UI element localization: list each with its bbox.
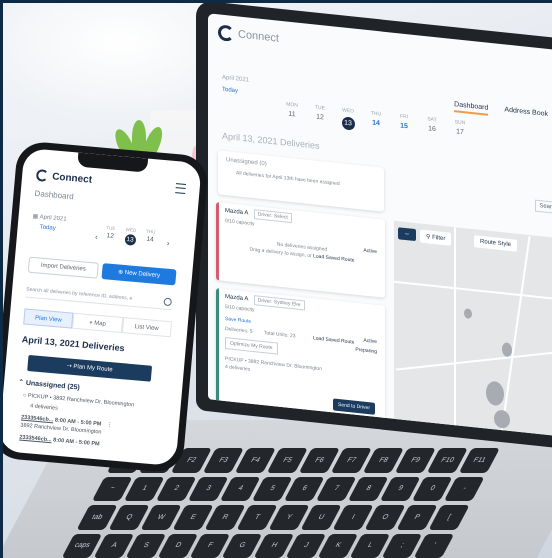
phone: Connect Dashboard ▦ April 2021 Today ‹ T… — [0, 140, 210, 474]
map-lake — [464, 308, 472, 320]
day-thu[interactable]: THU 14 — [142, 229, 158, 248]
expand-map-icon[interactable]: ⇔ — [398, 227, 416, 242]
route-capacity: 0/10 capacity — [225, 218, 255, 228]
load-saved-route[interactable]: Load Saved Route — [313, 335, 354, 345]
more-options-icon[interactable]: ⋮ — [107, 422, 113, 428]
new-delivery-button[interactable]: ⊕ New Delivery — [101, 263, 177, 286]
optimize-route-button[interactable]: Optimize My Route — [225, 337, 278, 355]
phone-month: ▦ April 2021 Today — [31, 213, 66, 233]
day-wed[interactable]: WED 13 — [340, 107, 356, 131]
hamburger-menu-icon[interactable] — [175, 183, 187, 194]
import-deliveries-button[interactable]: Import Deliveries — [27, 256, 99, 279]
laptop-app: Connect Dashboard Address Book April 202… — [208, 13, 552, 436]
map-road — [394, 280, 552, 301]
map-lake — [494, 409, 510, 430]
map-road — [454, 227, 456, 436]
tab-address-book[interactable]: Address Book — [504, 106, 548, 122]
plan-my-route-button[interactable]: ⇢ Plan My Route — [27, 354, 153, 382]
deliveries-count: Deliveries: 5 — [225, 326, 253, 335]
today-link[interactable]: Today — [39, 224, 65, 232]
route-card-1: Mazda A Driver: Select 0/10 capacity Act… — [216, 202, 385, 298]
logo-text: Connect — [238, 28, 279, 45]
phone-app: Connect Dashboard ▦ April 2021 Today ‹ T… — [0, 147, 202, 467]
delivery-count: 4 deliveries — [29, 403, 59, 412]
total-units: Total Units: 23 — [263, 330, 296, 340]
map-road — [395, 350, 552, 371]
laptop-search-input[interactable]: Sear — [535, 199, 552, 214]
frame-border — [0, 0, 552, 3]
phone-search-input[interactable]: Search all deliveries by reference ID, a… — [25, 282, 173, 311]
tab-plan-view[interactable]: Plan View — [23, 308, 74, 329]
unassigned-section[interactable]: ⌃ Unassigned (25) — [18, 378, 80, 391]
phone-deliveries-heading: April 13, 2021 Deliveries — [21, 334, 126, 354]
route-name: Mazda A — [225, 208, 249, 217]
phone-day-strip: TUE 12 WED 13 THU 14 — [103, 225, 158, 248]
map-road — [499, 235, 531, 436]
connect-logo-icon — [35, 168, 49, 182]
tab-map[interactable]: ⌖ Map — [72, 312, 123, 333]
laptop-nav: Dashboard Address Book — [454, 101, 548, 122]
filter-button[interactable]: ⚲ Filter — [420, 229, 452, 246]
tab-dashboard[interactable]: Dashboard — [454, 101, 489, 116]
connect-logo-icon — [218, 24, 234, 42]
tab-list-view[interactable]: List View — [121, 317, 173, 338]
map-lake — [502, 342, 512, 358]
day-tue[interactable]: TUE 12 — [103, 225, 119, 244]
search-icon[interactable] — [163, 297, 173, 307]
laptop-logo: Connect — [218, 24, 279, 46]
phone-page-title: Dashboard — [34, 188, 75, 202]
phone-view-tabs: Plan View ⌖ Map List View — [23, 308, 173, 338]
day-thu[interactable]: THU 14 — [368, 110, 384, 134]
month-label: April 2021 — [222, 74, 250, 84]
laptop-day-strip: MON 11 TUE 12 WED 13 THU 14 FRI 15 SAT 16 SUN 1… — [284, 101, 468, 142]
day-wed[interactable]: WED 13 — [123, 227, 139, 246]
photo-scene: escF1F2F3F4F5F6F7F8F9F10F11~1234567890-t… — [0, 0, 552, 558]
unassigned-card: Unassigned (0) All deliveries for April … — [218, 150, 384, 212]
active-toggle[interactable]: Active — [363, 338, 377, 345]
search-placeholder: Search all deliveries by reference ID, a… — [25, 286, 133, 302]
active-toggle[interactable]: Active — [363, 248, 377, 255]
logo-text: Connect — [51, 170, 93, 186]
laptop-deliveries-heading: April 13, 2021 Deliveries — [222, 130, 320, 151]
map-lake — [486, 380, 504, 407]
laptop-screen: Connect Dashboard Address Book April 202… — [196, 0, 552, 448]
day-sat[interactable]: SAT 16 — [424, 116, 440, 140]
delivery-item-2[interactable]: 2333546cb... 8:00 AM - 5:00 PM — [19, 434, 100, 447]
chevron-right-icon[interactable]: › — [166, 239, 169, 248]
route-style-button[interactable]: Route Style — [474, 235, 518, 252]
route-card-2: Mazda A Driver: Sydney Eke 5/10 capacity… — [216, 288, 385, 430]
send-to-driver-button[interactable]: Send to Driver — [333, 398, 375, 415]
laptop-map[interactable]: ⇔ ⚲ Filter Route Style — [394, 220, 552, 436]
chevron-left-icon[interactable]: ‹ — [95, 232, 98, 241]
day-mon[interactable]: MON 11 — [284, 101, 300, 125]
day-fri[interactable]: FRI 15 — [396, 113, 412, 137]
month-label: April 2021 — [39, 214, 67, 223]
day-tue[interactable]: TUE 12 — [312, 104, 328, 128]
day-sun[interactable]: SUN 17 — [452, 119, 468, 143]
today-link[interactable]: Today — [222, 87, 249, 96]
phone-notch — [77, 152, 149, 173]
frame-border — [0, 0, 3, 558]
phone-logo: Connect — [35, 168, 93, 186]
route-name: Mazda A — [225, 294, 249, 303]
laptop-month: April 2021 Today — [222, 75, 249, 96]
